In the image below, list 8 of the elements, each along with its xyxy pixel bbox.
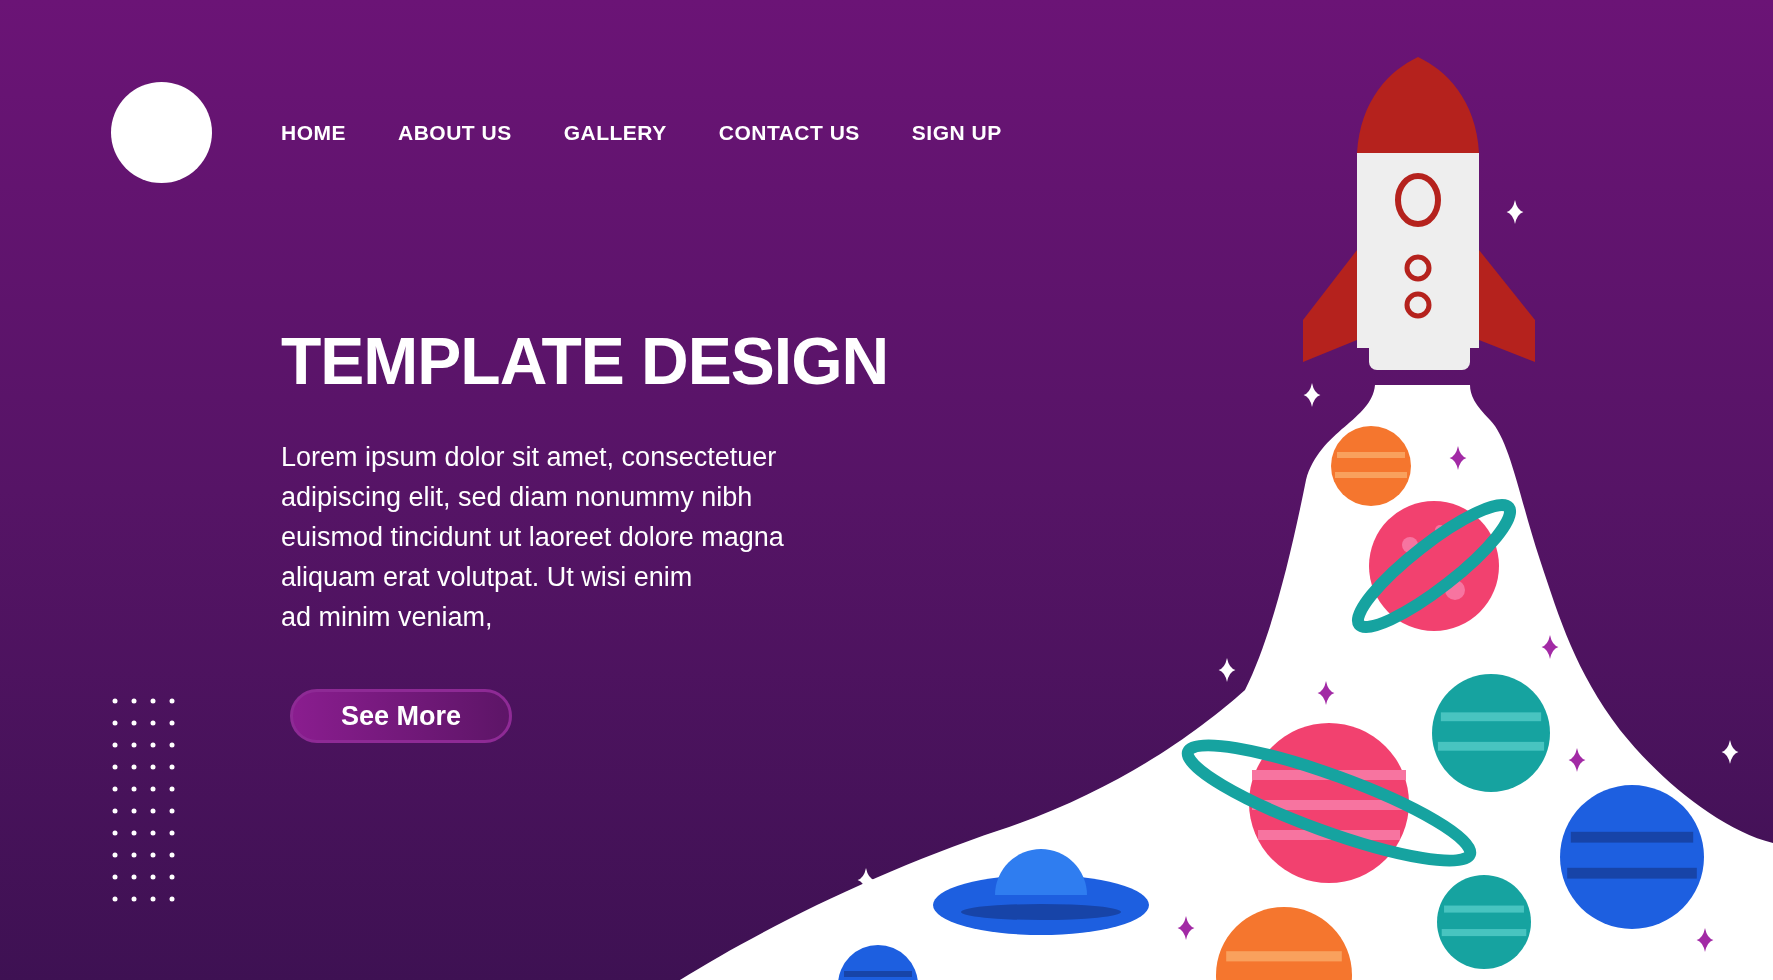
nav-link[interactable]: ABOUT US [398, 120, 512, 145]
hero-title: TEMPLATE DESIGN [281, 323, 889, 399]
nav-link[interactable]: HOME [281, 120, 346, 145]
hero-paragraph: Lorem ipsum dolor sit amet, consectetuer adipiscing elit, sed diam nonummy nibh euismod tincidunt ut laoreet dolore magna aliquam erat volutpat. Ut wisi enim ad minim veniam, [281, 441, 784, 634]
nav-link[interactable]: CONTACT US [718, 120, 860, 145]
nav-link[interactable]: SIGN UP [911, 120, 1002, 145]
nav-link[interactable]: GALLERY [563, 120, 667, 145]
see-more-button[interactable]: See More [290, 689, 512, 743]
